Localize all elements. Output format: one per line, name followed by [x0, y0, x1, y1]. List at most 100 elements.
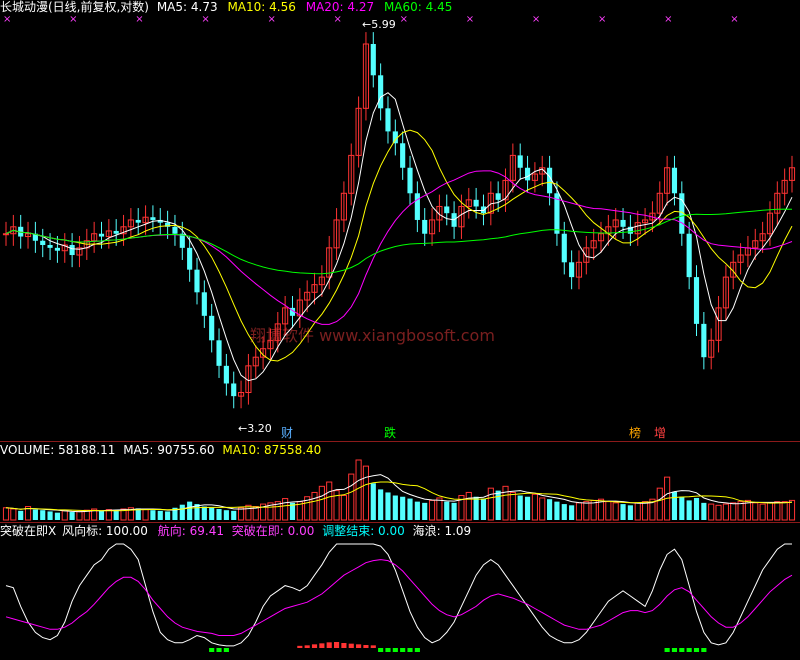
indicator-bar: [407, 648, 413, 652]
candle-body: [517, 155, 523, 168]
volume-bar: [340, 495, 347, 521]
volume-bar: [348, 473, 355, 521]
indicator-bar: [341, 643, 347, 648]
chart-canvas[interactable]: × × × × × × × × × × × ×: [0, 0, 800, 660]
course-line: [5, 559, 793, 636]
indicator-bar: [216, 648, 222, 652]
indicator-bar: [223, 648, 229, 652]
candle-body: [47, 245, 53, 248]
candle-body: [422, 219, 428, 234]
volume-bar: [370, 483, 376, 520]
candle-body: [370, 43, 376, 76]
indicator-bar: [693, 648, 700, 652]
candle-body: [98, 233, 105, 237]
signal-mark: ×: [3, 14, 11, 25]
candle-body: [620, 219, 626, 227]
candle-body: [495, 193, 501, 200]
volume-bar: [656, 487, 663, 521]
candle-body: [194, 269, 200, 293]
candle-body: [414, 193, 420, 220]
volume-bar: [524, 496, 531, 520]
candle-body: [2, 233, 10, 236]
volume-bar: [40, 510, 46, 520]
volume-bar: [722, 503, 729, 521]
volume-bar: [10, 508, 17, 521]
indicator-bar: [209, 648, 215, 652]
volume-bar: [187, 501, 193, 520]
candle-body: [701, 323, 707, 358]
volume-bar: [730, 502, 737, 521]
signal-mark: ×: [664, 14, 672, 25]
volume-bar: [465, 491, 472, 521]
indicator-bar: [297, 645, 303, 648]
signal-mark: ×: [201, 14, 209, 25]
candle-body: [201, 292, 207, 316]
volume-bar: [157, 510, 163, 520]
signal-mark: ×: [532, 14, 540, 25]
volume-bar: [407, 498, 413, 520]
volume-bar: [318, 485, 325, 521]
indicator-bar: [319, 643, 325, 648]
volume-bar: [451, 502, 457, 520]
candle-body: [693, 277, 700, 324]
volume-bar: [547, 499, 553, 520]
indicator-bar: [414, 648, 420, 652]
volume-bar: [627, 505, 633, 520]
volume-bar: [759, 503, 766, 521]
candle-body: [223, 365, 229, 384]
candle-body: [473, 199, 479, 207]
volume-bar: [539, 497, 546, 521]
candle-body: [54, 247, 60, 251]
volume-bar: [436, 497, 443, 521]
volume-bar: [781, 501, 788, 521]
volume-bar: [444, 501, 450, 520]
indicator-bar: [311, 644, 318, 648]
candle-body: [400, 143, 406, 168]
volume-bar: [708, 503, 715, 521]
candle-body: [671, 167, 678, 194]
volume-bar: [531, 493, 538, 521]
volume-bar: [495, 490, 501, 520]
volume-bar: [209, 507, 215, 520]
candle-body: [187, 247, 193, 270]
volume-bar: [620, 504, 626, 520]
volume-bar: [473, 496, 479, 520]
volume-bar: [311, 491, 318, 521]
volume-bar: [737, 501, 744, 521]
volume-bar: [113, 510, 119, 520]
volume-bar: [18, 510, 24, 520]
candle-body: [172, 226, 178, 234]
volume-bar: [47, 511, 53, 520]
volume-bar: [561, 504, 567, 520]
signal-mark: ×: [334, 14, 342, 25]
volume-bar: [69, 512, 75, 520]
volume-bar: [752, 502, 759, 521]
candle-body: [569, 262, 575, 278]
volume-bar: [165, 511, 171, 520]
indicator-bar: [664, 648, 670, 652]
candle-body: [231, 383, 237, 397]
volume-bar: [223, 510, 229, 520]
signal-mark: ×: [730, 14, 738, 25]
volume-bar: [400, 496, 406, 520]
candle-body: [480, 206, 487, 214]
signal-mark: ×: [400, 14, 408, 25]
signal-mark: ×: [466, 14, 474, 25]
volume-bar: [76, 510, 83, 521]
volume-bar: [378, 489, 384, 520]
candle-body: [216, 340, 222, 366]
volume-bar: [569, 505, 575, 520]
indicator-bar: [363, 645, 369, 648]
volume-bar: [362, 465, 370, 521]
volume-bar: [642, 501, 649, 521]
indicator-bar: [701, 648, 707, 652]
volume-bar: [766, 502, 774, 521]
volume-bar: [385, 492, 391, 520]
indicator-bar: [671, 648, 678, 652]
volume-bar: [179, 504, 185, 520]
volume-bar: [480, 498, 487, 520]
indicator-bar: [356, 644, 362, 648]
volume-bar: [487, 487, 494, 521]
volume-bar: [201, 506, 207, 520]
candle-body: [113, 230, 119, 234]
